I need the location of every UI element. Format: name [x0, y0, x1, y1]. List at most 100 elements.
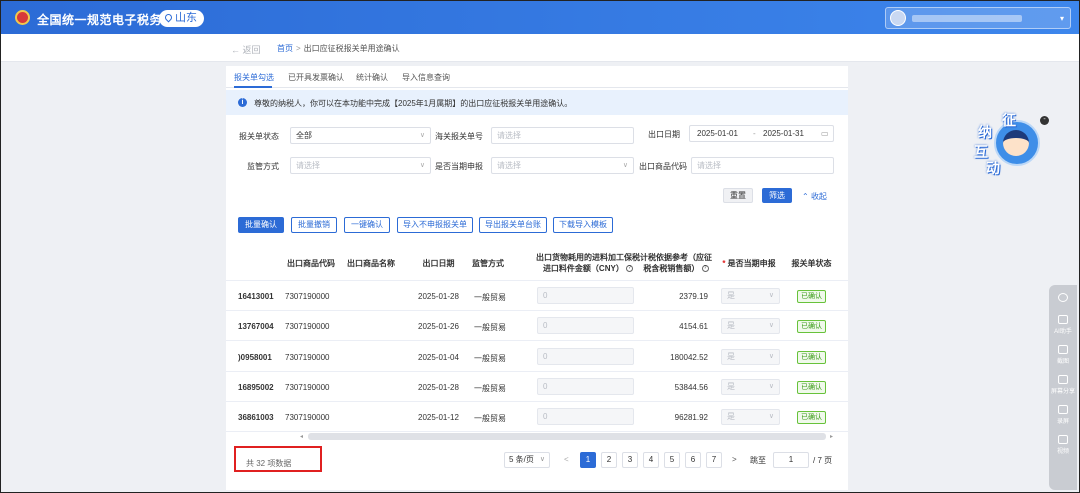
filter-button[interactable]: 筛选 — [762, 188, 792, 203]
video-icon — [1058, 435, 1068, 444]
breadcrumb-current: 出口应征税报关单用途确认 — [303, 44, 400, 53]
current-period-select[interactable]: 是 ∨ — [721, 288, 780, 304]
tab-stat-confirm[interactable]: 统计确认 — [356, 72, 388, 83]
help-icon: ? — [701, 265, 709, 273]
back-button[interactable]: ← 返回 — [231, 43, 261, 56]
col-goods-name: 出口商品名称 — [347, 259, 395, 268]
date-end[interactable]: 2025-01-31 — [763, 126, 804, 141]
tab-import-query[interactable]: 导入信息查询 — [402, 72, 450, 83]
status-badge: 已确认 — [797, 290, 826, 303]
material-amount-input[interactable]: 0 — [537, 378, 634, 395]
supervision-label: 监管方式 — [247, 162, 279, 171]
declaration-no: 16413001 — [238, 292, 274, 301]
current-period-select[interactable]: 是 ∨ — [721, 349, 780, 365]
user-name-redacted — [912, 15, 1022, 22]
interaction-mascot[interactable]: 纳 征 互 动 - — [972, 108, 1049, 180]
status-badge: 已确认 — [797, 381, 826, 394]
export-ledger-button[interactable]: 导出报关单台账 — [479, 217, 547, 233]
page-button[interactable]: 3 — [622, 452, 638, 468]
jump-label: 跳至 — [750, 456, 766, 465]
col-goods-code: 出口商品代码 — [287, 259, 335, 268]
page-button[interactable]: 4 — [643, 452, 659, 468]
import-nondeclare-button[interactable]: 导入不申报报关单 — [397, 217, 473, 233]
record-button[interactable]: 录屏 — [1049, 405, 1077, 425]
page-size-select[interactable]: 5 条/页 ∨ — [504, 452, 550, 468]
user-menu[interactable]: ▾ — [885, 7, 1071, 29]
notice-banner: i 尊敬的纳税人，你可以在本功能中完成【2025年1月属期】的出口应征税报关单用… — [226, 90, 848, 115]
export-date-range[interactable]: 2025-01-01 - 2025-01-31 ▭ — [689, 125, 834, 142]
material-amount-input[interactable]: 0 — [537, 287, 634, 304]
date-start[interactable]: 2025-01-01 — [697, 126, 738, 141]
current-period-select[interactable]: 请选择 ∨ — [491, 157, 634, 174]
breadcrumb-home[interactable]: 首页 — [277, 44, 293, 53]
page-button[interactable]: 2 — [601, 452, 617, 468]
screenshot-button[interactable]: 截图 — [1049, 345, 1077, 365]
jump-page-input[interactable]: 1 — [773, 452, 809, 468]
chevron-down-icon: ∨ — [768, 322, 774, 329]
tab-invoice-confirm[interactable]: 已开具发票确认 — [288, 72, 344, 83]
horizontal-scrollbar[interactable] — [308, 433, 826, 440]
main-card: 报关单勾选 已开具发票确认 统计确认 导入信息查询 i 尊敬的纳税人，你可以在本… — [226, 66, 848, 490]
goods-code: 7307190000 — [285, 322, 330, 331]
declaration-no: )0958001 — [238, 353, 272, 362]
col-supervision: 监管方式 — [472, 259, 504, 268]
status-label: 报关单状态 — [239, 132, 279, 141]
mascot-face — [1003, 130, 1029, 156]
page-button[interactable]: 7 — [706, 452, 722, 468]
material-amount-input[interactable]: 0 — [537, 317, 634, 334]
table-row: 16895002 7307190000 2025-01-28 一般贸易 0 53… — [226, 372, 848, 402]
customs-no-input[interactable]: 请选择 — [491, 127, 634, 144]
region-selector[interactable]: 山东 — [159, 10, 204, 27]
material-amount-input[interactable]: 0 — [537, 408, 634, 425]
next-page-button[interactable]: > — [732, 455, 737, 464]
export-date: 2025-01-28 — [418, 383, 459, 392]
tax-ref-amount: 4154.61 — [679, 322, 708, 331]
current-period-select[interactable]: 是 ∨ — [721, 379, 780, 395]
screen-share-button[interactable]: 屏幕分享 — [1049, 375, 1077, 395]
site-title[interactable]: 全国统一规范电子税务局 — [37, 11, 175, 28]
scroll-right-arrow[interactable]: ▸ — [830, 433, 833, 440]
avatar — [890, 10, 906, 26]
supervision: 一般贸易 — [474, 414, 506, 423]
one-click-confirm-button[interactable]: 一键确认 — [344, 217, 390, 233]
scroll-left-arrow[interactable]: ◂ — [300, 433, 303, 440]
status-badge: 已确认 — [797, 320, 826, 333]
status-badge: 已确认 — [797, 351, 826, 364]
goods-code-input[interactable]: 请选择 — [691, 157, 834, 174]
ai-assistant-button[interactable]: AI助手 — [1049, 315, 1077, 335]
reset-button[interactable]: 重置 — [723, 188, 753, 203]
date-separator: - — [753, 129, 756, 138]
tax-ref-amount: 96281.92 — [674, 413, 708, 422]
breadcrumb-separator: > — [296, 44, 301, 53]
side-toolbar: AI助手 截图 屏幕分享 录屏 视频 — [1049, 285, 1077, 490]
total-count: 共 32 项数据 — [246, 459, 292, 468]
page-button[interactable]: 6 — [685, 452, 701, 468]
prev-page-button[interactable]: < — [564, 455, 569, 464]
col-export-date: 出口日期 — [422, 259, 455, 268]
export-date: 2025-01-04 — [418, 353, 459, 362]
supervision: 一般贸易 — [474, 384, 506, 393]
video-button[interactable]: 视频 — [1049, 435, 1077, 455]
current-period-select[interactable]: 是 ∨ — [721, 318, 780, 334]
mascot-char: 动 — [986, 160, 1000, 176]
material-amount-input[interactable]: 0 — [537, 348, 634, 365]
col-tax-ref: 计税依据参考（应征 税含税销售额） ? — [640, 253, 712, 273]
status-select[interactable]: 全部 ∨ — [290, 127, 431, 144]
batch-revoke-button[interactable]: 批量撤销 — [291, 217, 337, 233]
tab-declaration-select[interactable]: 报关单勾选 — [234, 72, 274, 83]
collapse-toggle[interactable]: ⌃ 收起 — [802, 191, 827, 202]
batch-confirm-button[interactable]: 批量确认 — [238, 217, 284, 233]
download-template-button[interactable]: 下载导入模板 — [553, 217, 613, 233]
minimize-icon[interactable]: - — [1040, 116, 1049, 125]
current-period-select[interactable]: 是 ∨ — [721, 409, 780, 425]
table-row: 36861003 7307190000 2025-01-12 一般贸易 0 96… — [226, 402, 848, 432]
current-period-label: 是否当期申报 — [435, 162, 483, 171]
goods-code-label: 出口商品代码 — [639, 162, 687, 171]
customs-no-label: 海关报关单号 — [435, 132, 483, 141]
heart-icon[interactable] — [1049, 293, 1077, 304]
supervision-select[interactable]: 请选择 ∨ — [290, 157, 431, 174]
page-button[interactable]: 1 — [580, 452, 596, 468]
goods-code: 7307190000 — [285, 292, 330, 301]
page-button[interactable]: 5 — [664, 452, 680, 468]
breadcrumb: 首页 > 出口应征税报关单用途确认 — [277, 43, 400, 54]
